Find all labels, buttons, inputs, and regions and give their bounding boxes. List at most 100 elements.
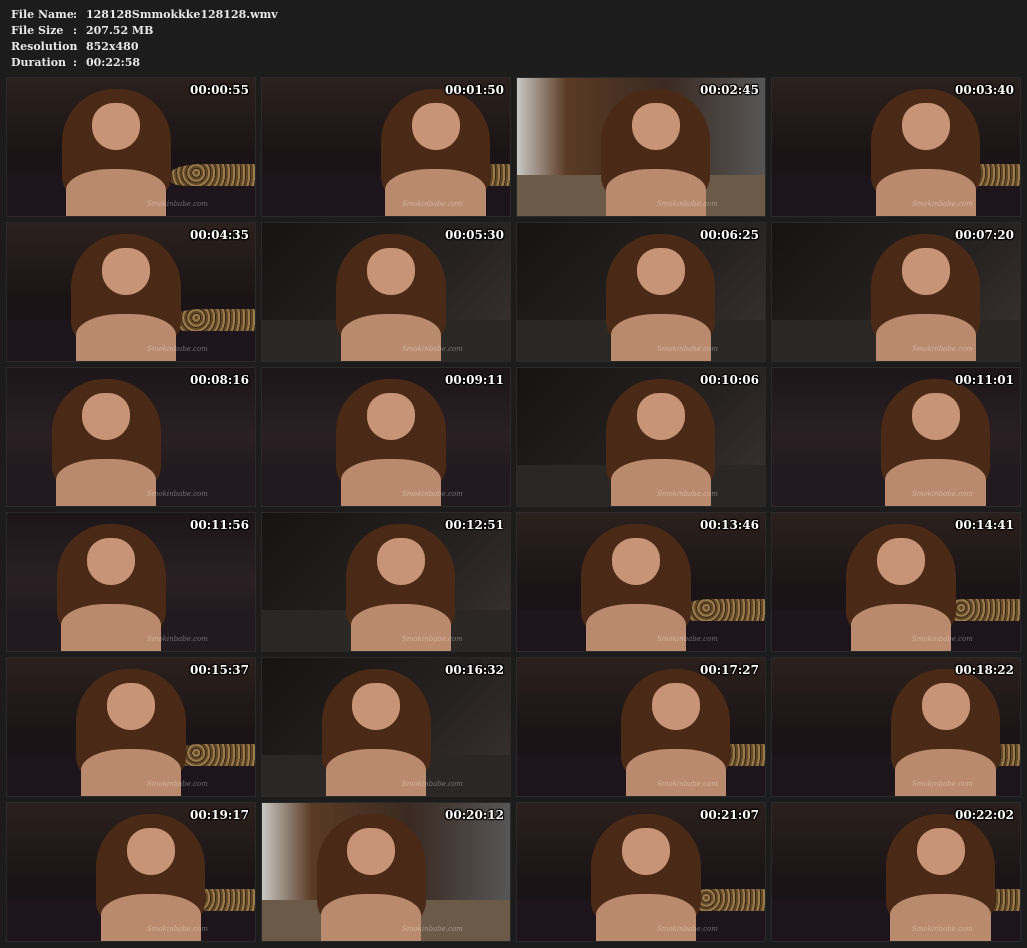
thumbnail-subject [606,368,716,506]
thumbnail-watermark: Smokinbabe.com [657,780,718,788]
thumbnail-subject [346,513,456,651]
file-size-separator: : [73,24,78,37]
duration-label: Duration [11,56,67,69]
video-thumbnail[interactable]: 00:03:40 Smokinbabe.com [771,77,1021,217]
video-thumbnail[interactable]: 00:09:11 Smokinbabe.com [261,367,511,507]
subject-torso [65,169,167,216]
thumbnail-subject [321,658,431,796]
video-thumbnail[interactable]: 00:20:12 Smokinbabe.com [261,802,511,942]
thumbnail-timestamp: 00:01:50 [445,83,504,97]
thumbnail-subject [61,78,171,216]
thumbnail-timestamp: 00:19:17 [190,808,249,822]
thumbnail-timestamp: 00:15:37 [190,663,249,677]
thumbnail-timestamp: 00:22:02 [955,808,1014,822]
video-thumbnail[interactable]: 00:00:55 Smokinbabe.com [6,77,256,217]
video-thumbnail[interactable]: 00:08:16 Smokinbabe.com [6,367,256,507]
thumbnail-timestamp: 00:17:27 [700,663,759,677]
thumbnail-watermark: Smokinbabe.com [402,925,463,933]
video-thumbnail[interactable]: 00:22:02 Smokinbabe.com [771,802,1021,942]
subject-face [126,827,175,875]
thumbnail-watermark: Smokinbabe.com [402,490,463,498]
subject-torso [605,169,707,216]
thumbnail-timestamp: 00:05:30 [445,228,504,242]
thumbnail-subject [871,78,981,216]
resolution-value: 852x480 [86,40,139,53]
thumbnail-timestamp: 00:09:11 [445,373,504,387]
thumbnail-timestamp: 00:14:41 [955,518,1014,532]
duration-separator: : [73,56,78,69]
subject-torso [610,314,712,361]
thumbnail-subject [336,368,446,506]
subject-face [106,682,155,730]
resolution-row: Resolution : 852x480 [11,39,278,55]
video-thumbnail[interactable]: 00:17:27 Smokinbabe.com [516,657,766,797]
subject-torso [610,459,712,506]
file-size-value: 207.52 MB [86,24,154,37]
subject-torso [890,894,991,941]
video-thumbnail[interactable]: 00:21:07 Smokinbabe.com [516,802,766,942]
video-thumbnail[interactable]: 00:06:25 Smokinbabe.com [516,222,766,362]
subject-torso [55,459,157,506]
video-thumbnail[interactable]: 00:16:32 Smokinbabe.com [261,657,511,797]
video-thumbnail[interactable]: 00:07:20 Smokinbabe.com [771,222,1021,362]
thumbnail-watermark: Smokinbabe.com [912,345,973,353]
subject-face [87,537,136,585]
subject-torso [595,894,697,941]
file-name-separator: : [73,8,78,21]
thumbnail-watermark: Smokinbabe.com [402,780,463,788]
video-thumbnail[interactable]: 00:11:01 Smokinbabe.com [771,367,1021,507]
file-name-value: 128128Smmokkke128128.wmv [86,8,278,21]
leopard-print-pillow [170,163,255,186]
thumbnail-timestamp: 00:10:06 [700,373,759,387]
thumbnail-timestamp: 00:16:32 [445,663,504,677]
video-thumbnail[interactable]: 00:02:45 Smokinbabe.com [516,77,766,217]
subject-face [921,682,970,730]
subject-torso [625,749,726,796]
thumbnail-subject [591,803,701,941]
subject-face [92,102,141,150]
video-thumbnail[interactable]: 00:11:56 Smokinbabe.com [6,512,256,652]
subject-face [901,102,950,150]
video-thumbnail[interactable]: 00:18:22 Smokinbabe.com [771,657,1021,797]
thumbnail-timestamp: 00:04:35 [190,228,249,242]
thumbnail-subject [881,368,991,506]
subject-face [352,682,401,730]
subject-torso [100,894,202,941]
thumbnail-subject [56,513,166,651]
thumbnail-subject [381,78,491,216]
subject-face [651,682,700,730]
subject-face [636,247,685,295]
video-thumbnail[interactable]: 00:19:17 Smokinbabe.com [6,802,256,942]
thumbnail-subject [601,78,711,216]
video-thumbnail[interactable]: 00:10:06 Smokinbabe.com [516,367,766,507]
video-thumbnail[interactable]: 00:01:50 Smokinbabe.com [261,77,511,217]
thumbnail-watermark: Smokinbabe.com [912,200,973,208]
thumbnail-subject [891,658,1001,796]
subject-face [347,827,396,875]
thumbnail-watermark: Smokinbabe.com [147,635,208,643]
video-thumbnail[interactable]: 00:14:41 Smokinbabe.com [771,512,1021,652]
subject-torso [850,604,952,651]
video-thumbnail[interactable]: 00:04:35 Smokinbabe.com [6,222,256,362]
resolution-separator: : [73,40,78,53]
subject-torso [75,314,177,361]
video-thumbnail[interactable]: 00:12:51 Smokinbabe.com [261,512,511,652]
thumbnail-subject [71,223,181,361]
duration-value: 00:22:58 [86,56,141,69]
file-info-panel: File Name : 128128Smmokkke128128.wmv Fil… [11,7,278,71]
thumbnail-subject [336,223,446,361]
duration-row: Duration : 00:22:58 [11,55,278,71]
video-thumbnail[interactable]: 00:05:30 Smokinbabe.com [261,222,511,362]
thumbnail-timestamp: 00:11:01 [955,373,1014,387]
thumbnail-subject [846,513,956,651]
subject-face [876,537,925,585]
thumbnail-timestamp: 00:02:45 [700,83,759,97]
thumbnail-subject [316,803,426,941]
thumbnail-timestamp: 00:20:12 [445,808,504,822]
thumbnail-timestamp: 00:06:25 [700,228,759,242]
thumbnail-watermark: Smokinbabe.com [657,490,718,498]
resolution-label: Resolution [11,40,78,53]
subject-torso [320,894,422,941]
video-thumbnail[interactable]: 00:15:37 Smokinbabe.com [6,657,256,797]
video-thumbnail[interactable]: 00:13:46 Smokinbabe.com [516,512,766,652]
